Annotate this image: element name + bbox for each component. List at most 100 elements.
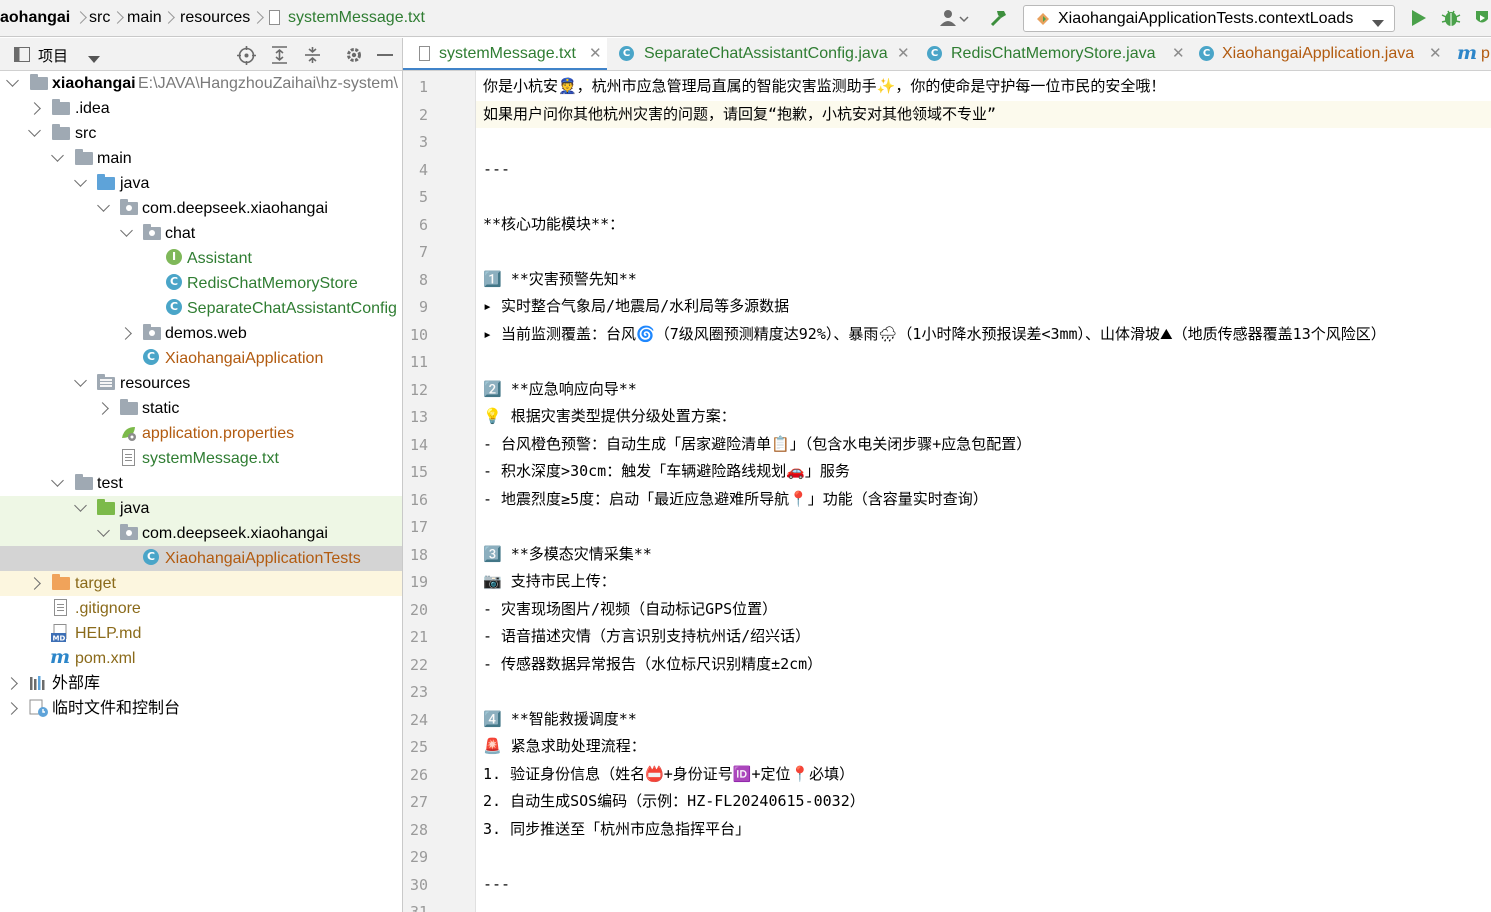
tab-pom-partial[interactable]: m p: [1453, 38, 1491, 70]
chevron-down-icon[interactable]: [97, 199, 110, 212]
tree-item-assistant[interactable]: I Assistant: [0, 246, 402, 271]
close-icon[interactable]: ✕: [1429, 44, 1442, 62]
tree-item-scratches-and-consoles[interactable]: 临时文件和控制台: [0, 696, 402, 721]
tree-item-test-package[interactable]: com.deepseek.xiaohangai: [0, 521, 402, 546]
code-line[interactable]: 1️⃣ **灾害预警先知**: [476, 266, 1491, 293]
coverage-icon[interactable]: [1473, 9, 1491, 32]
tab-system-message-txt[interactable]: systemMessage.txt ✕: [403, 38, 607, 70]
tree-item-xiaohangai-application-tests[interactable]: C XiaohangaiApplicationTests: [0, 546, 402, 571]
code-line-current[interactable]: 如果用户问你其他杭州灾害的问题，请回复“抱歉，小杭安对其他领域不专业”: [476, 100, 1491, 128]
code-line[interactable]: 4️⃣ **智能救援调度**: [476, 706, 1491, 733]
chevron-down-icon[interactable]: [51, 474, 64, 487]
breadcrumb-src[interactable]: src: [89, 9, 110, 27]
code-line[interactable]: 你是小杭安👮，杭州市应急管理局直属的智能灾害监测助手✨，你的使命是守护每一位市民…: [476, 73, 1491, 100]
code-line[interactable]: - 台风橙色预警：自动生成「居家避险清单📋」（包含水电关闭步骤+应急包配置）: [476, 431, 1491, 458]
tree-item-demos-web[interactable]: demos.web: [0, 321, 402, 346]
tree-item-src[interactable]: src: [0, 121, 402, 146]
chevron-down-icon[interactable]: [74, 174, 87, 187]
code-line[interactable]: 💡 根据灾害类型提供分级处置方案：: [476, 403, 1491, 430]
user-icon[interactable]: [940, 9, 969, 27]
tree-item-application-properties[interactable]: application.properties: [0, 421, 402, 446]
tab-redis-chat-memory-store[interactable]: C RedisChatMemoryStore.java ✕: [913, 38, 1189, 70]
chevron-right-icon[interactable]: [96, 402, 109, 415]
code-line[interactable]: 2. 自动生成SOS编码（示例：HZ-FL20240615-0032）: [476, 788, 1491, 815]
tree-item-gitignore[interactable]: .gitignore: [0, 596, 402, 621]
close-icon[interactable]: ✕: [897, 44, 910, 62]
code-line[interactable]: [476, 238, 1491, 265]
tree-item-package[interactable]: com.deepseek.xiaohangai: [0, 196, 402, 221]
code-line[interactable]: [476, 843, 1491, 870]
code-line[interactable]: 1. 验证身份信息（姓名📛+身份证号🆔+定位📍必填）: [476, 761, 1491, 788]
code-line[interactable]: 3️⃣ **多模态灾情采集**: [476, 541, 1491, 568]
chevron-right-icon[interactable]: [5, 702, 18, 715]
breadcrumb-main[interactable]: main: [127, 9, 162, 27]
hide-panel-icon[interactable]: [377, 54, 393, 56]
tab-separate-chat-assistant-config[interactable]: C SeparateChatAssistantConfig.java ✕: [609, 38, 911, 70]
code-line[interactable]: 📷 支持市民上传：: [476, 568, 1491, 595]
close-icon[interactable]: ✕: [1172, 44, 1185, 62]
code-line[interactable]: [476, 678, 1491, 705]
run-icon[interactable]: [1412, 10, 1426, 31]
code-line[interactable]: ▸ 当前监测覆盖：台风🌀（7级风圈预测精度达92%）、暴雨🌧（1小时降水预报误差…: [476, 321, 1491, 348]
chevron-down-icon[interactable]: [28, 124, 41, 137]
chevron-right-icon[interactable]: [119, 327, 132, 340]
locate-target-icon[interactable]: [237, 46, 256, 70]
tree-item-pom-xml[interactable]: m pom.xml: [0, 646, 402, 671]
tab-xiaohangai-application[interactable]: C XiaohangaiApplication.java ✕: [1191, 38, 1445, 70]
tree-item-target[interactable]: target: [0, 571, 402, 596]
tree-item-redis-chat-memory-store[interactable]: C RedisChatMemoryStore: [0, 271, 402, 296]
build-hammer-icon[interactable]: [989, 8, 1009, 28]
expand-all-icon[interactable]: [271, 46, 288, 69]
code-line[interactable]: 3. 同步推送至「杭州市应急指挥平台」: [476, 816, 1491, 843]
tree-item-idea[interactable]: .idea: [0, 96, 402, 121]
tree-item-main-java[interactable]: java: [0, 171, 402, 196]
tree-item-static[interactable]: static: [0, 396, 402, 421]
chevron-right-icon[interactable]: [5, 677, 18, 690]
chevron-right-icon[interactable]: [28, 102, 41, 115]
code-line[interactable]: [476, 183, 1491, 210]
tree-item-main[interactable]: main: [0, 146, 402, 171]
collapse-all-icon[interactable]: [304, 46, 321, 69]
chevron-down-icon[interactable]: [51, 149, 64, 162]
code-line[interactable]: 🚨 紧急求助处理流程：: [476, 733, 1491, 760]
chevron-down-icon[interactable]: [74, 499, 87, 512]
tree-item-resources[interactable]: resources: [0, 371, 402, 396]
code-line[interactable]: ▸ 实时整合气象局/地震局/水利局等多源数据: [476, 293, 1491, 320]
editor-text-area[interactable]: 你是小杭安👮，杭州市应急管理局直属的智能灾害监测助手✨，你的使命是守护每一位市民…: [476, 71, 1491, 912]
tree-item-separate-chat-assistant-config[interactable]: C SeparateChatAssistantConfig: [0, 296, 402, 321]
tree-item-system-message-txt[interactable]: systemMessage.txt: [0, 446, 402, 471]
code-line[interactable]: ---: [476, 871, 1491, 898]
code-line[interactable]: **核心功能模块**：: [476, 211, 1491, 238]
tree-item-external-libraries[interactable]: 外部库: [0, 671, 402, 696]
code-line[interactable]: [476, 513, 1491, 540]
chevron-down-icon[interactable]: [120, 224, 133, 237]
breadcrumb-file[interactable]: systemMessage.txt: [288, 9, 425, 27]
tree-item-test-java[interactable]: java: [0, 496, 402, 521]
tree-item-chat[interactable]: chat: [0, 221, 402, 246]
code-line[interactable]: - 灾害现场图片/视频（自动标记GPS位置）: [476, 596, 1491, 623]
debug-bug-icon[interactable]: [1441, 9, 1461, 32]
code-line[interactable]: - 传感器数据异常报告（水位标尺识别精度±2cm）: [476, 651, 1491, 678]
breadcrumb-resources[interactable]: resources: [180, 9, 250, 27]
code-line[interactable]: ---: [476, 156, 1491, 183]
chevron-down-icon[interactable]: [97, 524, 110, 537]
code-line[interactable]: - 地震烈度≥5度：启动「最近应急避难所导航📍」功能（含容量实时查询）: [476, 486, 1491, 513]
chevron-down-icon[interactable]: [6, 74, 19, 87]
code-line[interactable]: - 语音描述灾情（方言识别支持杭州话/绍兴话）: [476, 623, 1491, 650]
tree-item-project-root[interactable]: xiaohangai E:\JAVA\HangzhouZaihai\hz-sys…: [0, 71, 402, 96]
project-panel-title[interactable]: 项目: [38, 45, 68, 66]
run-configuration-select[interactable]: XiaohangaiApplicationTests.contextLoads: [1023, 5, 1395, 32]
code-line[interactable]: [476, 898, 1491, 912]
tree-item-xiaohangai-application[interactable]: C XiaohangaiApplication: [0, 346, 402, 371]
breadcrumb-project[interactable]: aohangai: [0, 9, 70, 27]
chevron-down-icon[interactable]: [74, 374, 87, 387]
chevron-right-icon[interactable]: [28, 577, 41, 590]
code-line[interactable]: 2️⃣ **应急响应向导**: [476, 376, 1491, 403]
tree-item-help-md[interactable]: MD HELP.md: [0, 621, 402, 646]
code-line[interactable]: [476, 128, 1491, 155]
chevron-down-icon[interactable]: [88, 51, 100, 69]
gear-icon[interactable]: [345, 46, 363, 69]
close-icon[interactable]: ✕: [589, 44, 602, 62]
code-line[interactable]: - 积水深度>30cm：触发「车辆避险路线规划🚗」服务: [476, 458, 1491, 485]
code-line[interactable]: [476, 348, 1491, 375]
